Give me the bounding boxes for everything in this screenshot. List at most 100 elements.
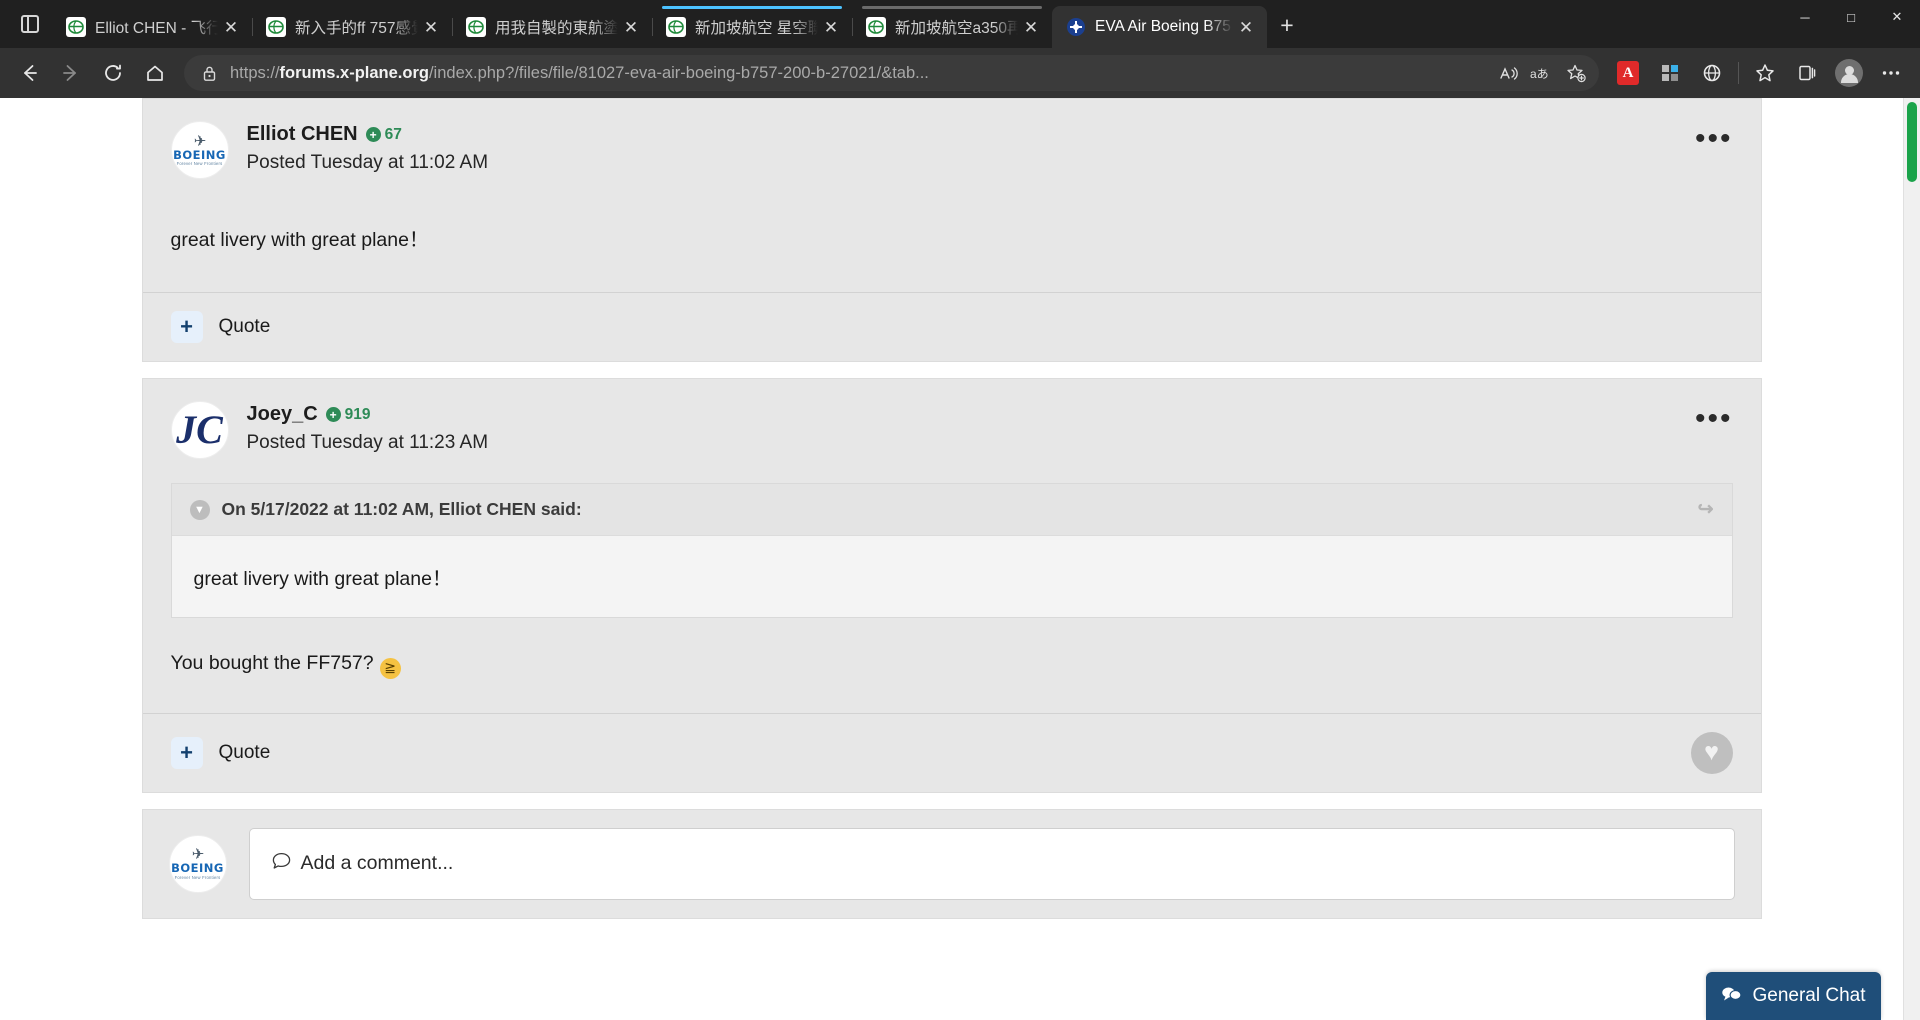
profile-icon[interactable] <box>1828 52 1870 94</box>
close-window-button[interactable]: ✕ <box>1874 0 1920 34</box>
comment-bubble-icon <box>272 852 291 876</box>
laughing-emoji-icon: ≧ <box>379 657 401 679</box>
reputation-plus-icon: + <box>325 407 341 422</box>
username-row: Joey_C + 919 <box>247 403 489 426</box>
tab-title: 新加坡航空 星空聯 <box>695 20 818 37</box>
browser-tab-4[interactable]: 新加坡航空a350再次 ✕ <box>852 6 1052 48</box>
boeing-wordmark: BOEING <box>171 861 224 876</box>
browser-toolbar: https://forums.x-plane.org/index.php?/fi… <box>0 48 1920 98</box>
tab-title: 用我自製的東航塗 <box>495 20 618 37</box>
browser-essentials-icon[interactable] <box>1691 52 1733 94</box>
browser-tab-1[interactable]: 新入手的ff 757感覺 ✕ <box>252 6 452 48</box>
browser-titlebar: Elliot CHEN - 飞行者 ✕ 新入手的ff 757感覺 ✕ 用我自製的… <box>0 0 1920 48</box>
forward-button[interactable] <box>50 52 92 94</box>
url-domain: forums.x-plane.org <box>279 63 429 82</box>
page-viewport: ✈ BOEING Forever New Frontiers Elliot CH… <box>0 98 1920 1020</box>
post-header: JC Joey_C + 919 Posted Tuesday at 11:23 … <box>170 401 1733 459</box>
post-elliot-chen: ✈ BOEING Forever New Frontiers Elliot CH… <box>141 98 1762 362</box>
plus-icon: + <box>170 311 203 343</box>
url-text: https://forums.x-plane.org/index.php?/fi… <box>220 64 1491 83</box>
plus-icon: + <box>170 736 203 769</box>
post-author[interactable]: Joey_C <box>247 403 318 426</box>
reputation-badge: + 919 <box>325 406 371 424</box>
page-scrollbar[interactable] <box>1903 98 1920 1020</box>
browser-tab-5-active[interactable]: EVA Air Boeing B75 ✕ <box>1052 6 1267 48</box>
refresh-button[interactable] <box>92 52 134 94</box>
tab-title: 新加坡航空a350再次 <box>895 20 1018 37</box>
browser-tab-2[interactable]: 用我自製的東航塗 ✕ <box>452 6 652 48</box>
heart-icon[interactable]: ♥ <box>1690 731 1733 774</box>
boeing-swoosh-icon: ✈ <box>191 846 205 864</box>
forum-page: ✈ BOEING Forever New Frontiers Elliot CH… <box>0 98 1903 1020</box>
tab-close-button[interactable]: ✕ <box>218 14 244 40</box>
browser-tab-3[interactable]: 新加坡航空 星空聯 ✕ <box>652 6 852 48</box>
quote-label: Quote <box>218 741 271 763</box>
home-button[interactable] <box>134 52 176 94</box>
tab-strip: Elliot CHEN - 飞行者 ✕ 新入手的ff 757感覺 ✕ 用我自製的… <box>52 0 1782 48</box>
quoted-post-header[interactable]: ▼ On 5/17/2022 at 11:02 AM, Elliot CHEN … <box>171 484 1732 536</box>
comment-placeholder: Add a comment... <box>300 852 454 874</box>
minimize-button[interactable]: ─ <box>1782 0 1828 34</box>
svg-text:aあ: aあ <box>1530 67 1549 81</box>
boeing-swoosh-icon: ✈ <box>193 132 207 150</box>
quote-button[interactable]: + Quote <box>170 736 271 769</box>
reputation-badge: + 67 <box>365 126 402 144</box>
post-timestamp[interactable]: Posted Tuesday at 11:02 AM <box>247 152 489 174</box>
extensions-grid-icon[interactable] <box>1649 52 1691 94</box>
post-joey-c: JC Joey_C + 919 Posted Tuesday at 11:23 … <box>141 378 1762 793</box>
boeing-tagline: Forever New Frontiers <box>176 161 223 167</box>
tab-title: Elliot CHEN - 飞行者 <box>95 20 218 37</box>
toolbar-divider <box>1738 62 1739 84</box>
maximize-button[interactable]: □ <box>1828 0 1874 34</box>
avatar[interactable]: ✈ BOEING Forever New Frontiers <box>168 834 227 893</box>
favorites-icon[interactable] <box>1744 52 1786 94</box>
post-content: ✈ BOEING Forever New Frontiers Elliot CH… <box>143 99 1761 292</box>
quote-label: Quote <box>218 316 271 337</box>
reputation-plus-icon: + <box>365 127 381 142</box>
tab-actions-button[interactable] <box>8 4 52 44</box>
browser-window: Elliot CHEN - 飞行者 ✕ 新入手的ff 757感覺 ✕ 用我自製的… <box>0 0 1920 1020</box>
post-author[interactable]: Elliot CHEN <box>247 123 358 146</box>
new-tab-button[interactable]: + <box>1267 5 1307 45</box>
add-favorite-icon[interactable] <box>1559 58 1593 88</box>
read-aloud-icon[interactable] <box>1491 58 1525 88</box>
post-body: You bought the FF757? ≧ <box>171 626 1733 713</box>
tab-close-button[interactable]: ✕ <box>1233 14 1259 40</box>
tab-close-button[interactable]: ✕ <box>1018 14 1044 40</box>
post-menu-button[interactable]: ••• <box>1695 401 1733 434</box>
address-bar[interactable]: https://forums.x-plane.org/index.php?/fi… <box>184 55 1599 91</box>
collections-icon[interactable] <box>1786 52 1828 94</box>
xplane-icon <box>66 17 86 37</box>
comment-input[interactable]: Add a comment... <box>248 827 1735 900</box>
avatar[interactable]: JC <box>170 401 229 459</box>
post-meta: Joey_C + 919 Posted Tuesday at 11:23 AM <box>247 401 489 454</box>
chevron-down-icon[interactable]: ▼ <box>189 499 210 520</box>
tab-title: EVA Air Boeing B75 <box>1095 18 1231 35</box>
translate-icon[interactable]: aあ <box>1525 58 1559 88</box>
username-row: Elliot CHEN + 67 <box>247 123 489 146</box>
general-chat-widget[interactable]: General Chat <box>1706 972 1881 1020</box>
settings-more-icon[interactable] <box>1870 52 1912 94</box>
url-path: /index.php?/files/file/81027-eva-air-boe… <box>428 63 929 82</box>
xplane-icon <box>266 17 286 37</box>
lock-icon <box>198 65 220 82</box>
go-to-quote-icon[interactable]: ↪ <box>1698 498 1714 521</box>
tab-actions-icon <box>21 15 39 33</box>
scrollbar-thumb[interactable] <box>1907 102 1917 182</box>
xplane-icon <box>666 17 686 37</box>
post-meta: Elliot CHEN + 67 Posted Tuesday at 11:02… <box>247 121 489 174</box>
post-timestamp[interactable]: Posted Tuesday at 11:23 AM <box>247 432 489 454</box>
tab-close-button[interactable]: ✕ <box>818 14 844 40</box>
post-menu-button[interactable]: ••• <box>1695 121 1733 154</box>
adobe-pdf-icon[interactable]: A <box>1607 52 1649 94</box>
tab-close-button[interactable]: ✕ <box>418 14 444 40</box>
boeing-logo: ✈ BOEING Forever New Frontiers <box>171 847 224 880</box>
avatar[interactable]: ✈ BOEING Forever New Frontiers <box>170 121 229 179</box>
quote-button[interactable]: + Quote <box>170 311 271 343</box>
tab-close-button[interactable]: ✕ <box>618 14 644 40</box>
back-button[interactable] <box>8 52 50 94</box>
xplane-icon <box>466 17 486 37</box>
tab-title: 新入手的ff 757感覺 <box>295 20 418 37</box>
browser-tab-0[interactable]: Elliot CHEN - 飞行者 ✕ <box>52 6 252 48</box>
joey-monogram: JC <box>176 410 223 450</box>
